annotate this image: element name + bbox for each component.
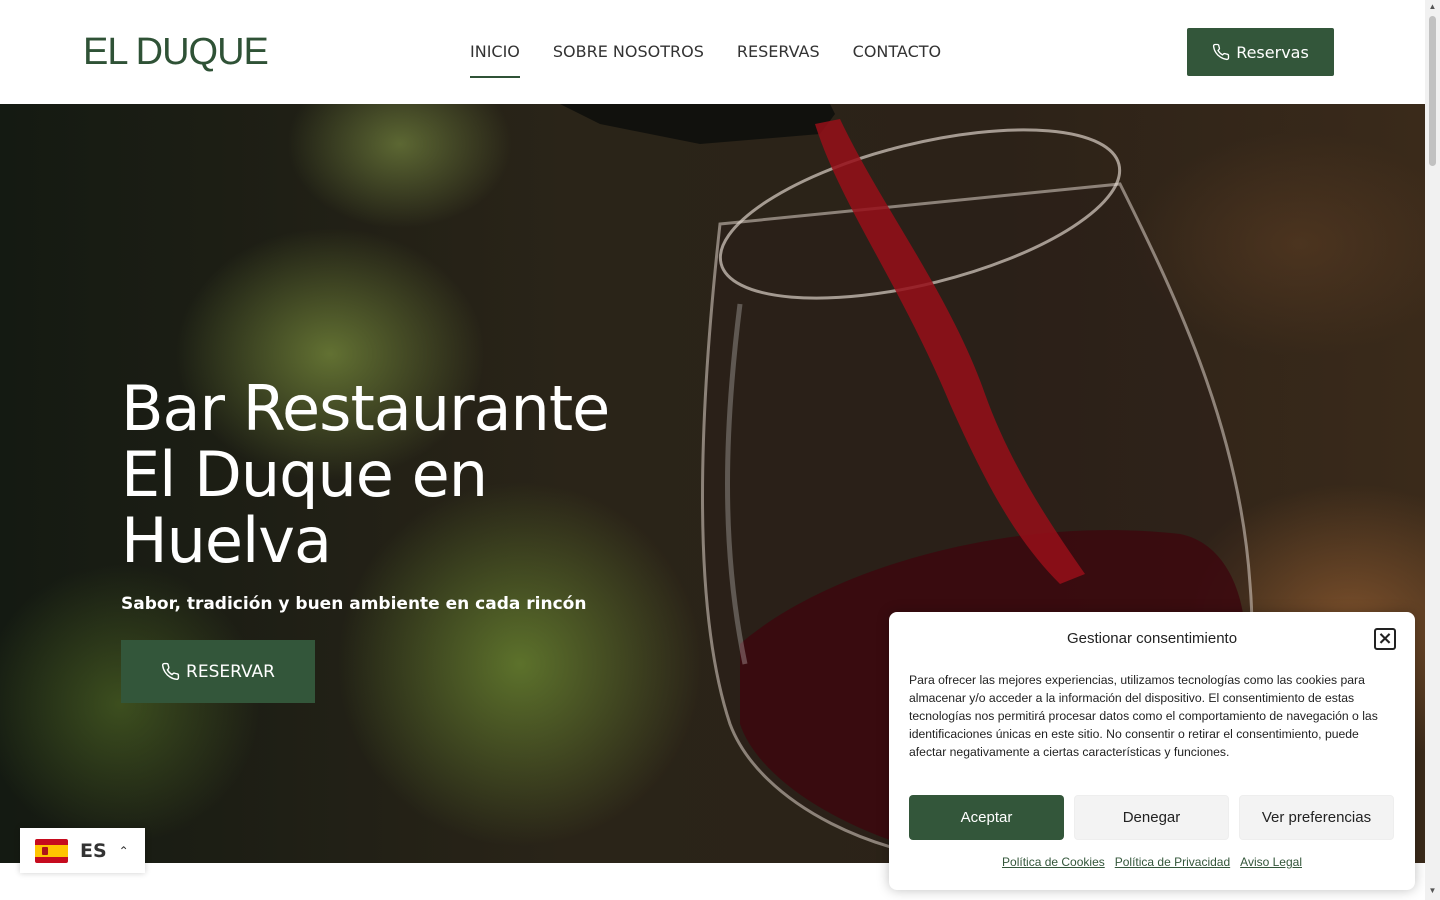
privacy-policy-link[interactable]: Política de Privacidad [1115,855,1230,869]
nav-item-contacto[interactable]: CONTACTO [853,40,941,64]
nav-item-inicio[interactable]: INICIO [470,40,520,78]
cookies-policy-link[interactable]: Política de Cookies [1002,855,1105,869]
chevron-up-icon: ⌃ [118,843,129,858]
language-code: ES [80,839,107,862]
consent-dialog: Gestionar consentimiento × Para ofrecer … [889,612,1415,890]
consent-title: Gestionar consentimiento [1066,630,1238,647]
scroll-down-icon[interactable]: ▼ [1425,886,1440,895]
close-icon[interactable]: × [1374,628,1396,650]
nav-item-reservas[interactable]: RESERVAS [737,40,820,64]
site-logo[interactable]: EL DUQUE [83,30,269,74]
legal-notice-link[interactable]: Aviso Legal [1240,855,1302,869]
header-reservas-label: Reservas [1236,42,1309,62]
consent-text: Para ofrecer las mejores experiencias, u… [909,673,1378,759]
hero-reservar-button[interactable]: RESERVAR [121,640,315,703]
consent-links: Política de Cookies Política de Privacid… [889,855,1415,869]
header-reservas-button[interactable]: Reservas [1187,28,1334,76]
deny-button[interactable]: Denegar [1074,795,1229,840]
nav-item-sobre-nosotros[interactable]: SOBRE NOSOTROS [553,40,704,64]
hero-subtitle: Sabor, tradición y buen ambiente en cada… [121,594,587,614]
accept-button[interactable]: Aceptar [909,795,1064,840]
hero-reservar-label: RESERVAR [186,661,275,682]
scroll-up-icon[interactable]: ▲ [1425,2,1440,11]
site-header: EL DUQUE INICIO SOBRE NOSOTROS RESERVAS … [0,0,1425,104]
preferences-button[interactable]: Ver preferencias [1239,795,1394,840]
scrollbar-thumb[interactable] [1429,16,1436,166]
page-scrollbar[interactable]: ▲ ▼ [1425,0,1440,900]
spain-flag-icon [35,838,68,863]
phone-icon [1213,43,1230,61]
language-switcher[interactable]: ES ⌃ [20,828,145,873]
phone-icon [161,662,180,681]
main-nav: INICIO SOBRE NOSOTROS RESERVAS CONTACTO [470,40,941,78]
consent-buttons: Aceptar Denegar Ver preferencias [909,795,1394,840]
hero-title: Bar Restaurante El Duque en Huelva [121,372,610,577]
